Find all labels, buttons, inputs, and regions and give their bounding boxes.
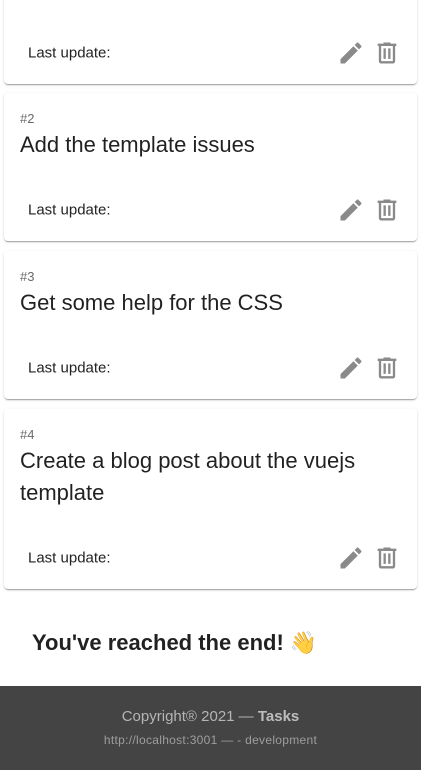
delete-button[interactable]: [369, 540, 405, 576]
delete-button[interactable]: [369, 192, 405, 228]
copyright-text: Copyright® 2021 —: [121, 708, 254, 725]
trash-icon: [377, 547, 397, 569]
task-card: #2 Add the template issues Last update:: [4, 93, 417, 241]
task-card-footer: Last update:: [4, 337, 417, 399]
task-actions: [333, 35, 405, 71]
task-card-footer: Last update:: [4, 527, 417, 589]
task-card: #4 Create a blog post about the vuejs te…: [4, 409, 417, 589]
end-of-list-message: You've reached the end! 👋: [32, 630, 318, 655]
edit-button[interactable]: [333, 350, 369, 386]
pencil-icon: [340, 357, 362, 379]
edit-button[interactable]: [333, 192, 369, 228]
pencil-icon: [340, 199, 362, 221]
pencil-icon: [340, 547, 362, 569]
task-number: #3: [20, 269, 35, 284]
trash-icon: [377, 42, 397, 64]
footer-environment: http://localhost:3001 — - development: [103, 733, 318, 747]
site-footer: Copyright® 2021 — Tasks http://localhost…: [0, 686, 421, 770]
delete-button[interactable]: [369, 350, 405, 386]
trash-icon: [377, 199, 397, 221]
task-card: #3 Get some help for the CSS Last update…: [4, 251, 417, 399]
task-title: Create a blog post about the vuejs templ…: [20, 448, 356, 505]
edit-button[interactable]: [333, 540, 369, 576]
task-card-footer: Last update:: [4, 22, 417, 84]
edit-button[interactable]: [333, 35, 369, 71]
task-card-footer: Last update:: [4, 179, 417, 241]
last-update-label: Last update:: [28, 359, 111, 377]
last-update-label: Last update:: [28, 44, 111, 62]
delete-button[interactable]: [369, 35, 405, 71]
task-list-page: Last update: #2 Add the template issues …: [0, 0, 421, 770]
task-title: Get some help for the CSS: [20, 290, 283, 315]
task-actions: [333, 350, 405, 386]
last-update-label: Last update:: [28, 549, 111, 567]
task-card: Last update:: [4, 0, 417, 84]
task-number: #4: [20, 427, 35, 442]
task-actions: [333, 540, 405, 576]
last-update-label: Last update:: [28, 201, 111, 219]
trash-icon: [377, 357, 397, 379]
pencil-icon: [340, 42, 362, 64]
footer-copyright: Copyright® 2021 — Tasks: [0, 708, 421, 725]
task-number: #2: [20, 111, 35, 126]
app-name: Tasks: [257, 708, 300, 725]
task-title: Add the template issues: [20, 132, 255, 157]
task-actions: [333, 192, 405, 228]
